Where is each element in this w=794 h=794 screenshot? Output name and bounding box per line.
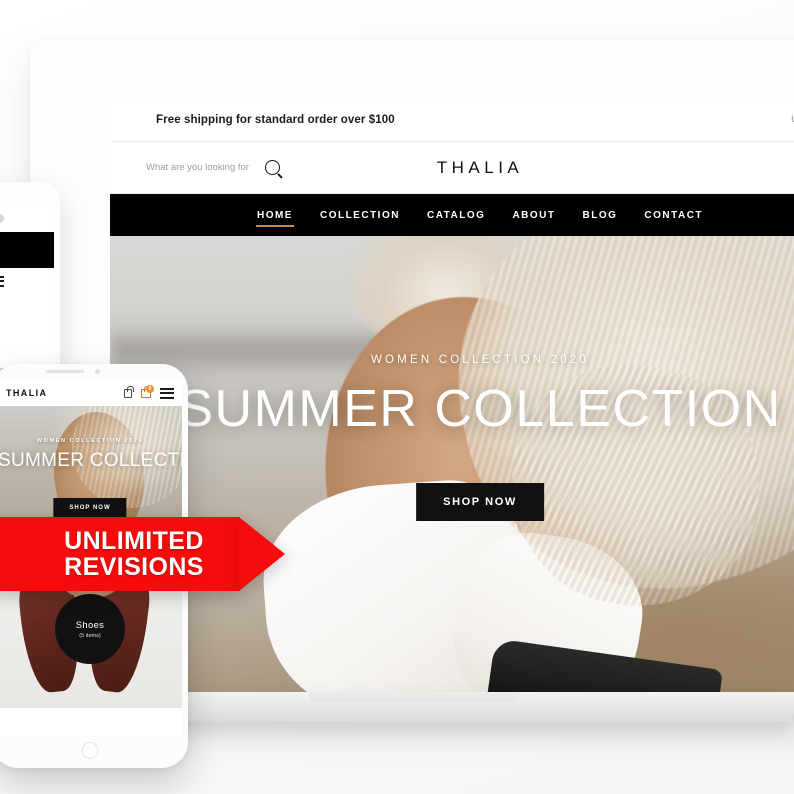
phone-camera bbox=[95, 369, 100, 374]
page-title: THALIA bbox=[436, 157, 524, 177]
phone-shop-now-button[interactable]: SHOP NOW bbox=[53, 498, 127, 518]
category-badge[interactable]: Shoes (5 items) bbox=[55, 594, 125, 664]
announcement-text: Free shipping for standard order over $1… bbox=[156, 113, 395, 126]
nav-item-blog[interactable]: BLOG bbox=[582, 206, 619, 225]
search-area[interactable]: What are you looking for bbox=[146, 160, 280, 175]
search-icon[interactable] bbox=[264, 160, 280, 175]
phone-header: THALIA 0 bbox=[0, 380, 182, 406]
phone-brand-logo: THALIA bbox=[6, 388, 48, 398]
nav-item-home[interactable]: HOME bbox=[255, 206, 294, 227]
ribbon-line-1: UNLIMITED bbox=[64, 527, 204, 555]
phone-rear-icon-bar bbox=[0, 268, 54, 294]
instagram-icon[interactable] bbox=[0, 213, 5, 223]
ribbon-text: UNLIMITED REVISIONS bbox=[0, 517, 288, 591]
phone-header-icons: 0 bbox=[124, 384, 174, 399]
hamburger-menu-icon[interactable] bbox=[0, 275, 4, 287]
unlimited-revisions-ribbon: UNLIMITED REVISIONS bbox=[0, 517, 288, 591]
category-count: (5 items) bbox=[79, 632, 101, 639]
laptop-screen: Free shipping for standard order over $1… bbox=[110, 98, 794, 696]
lock-icon[interactable] bbox=[124, 385, 134, 398]
announcement-bar: Free shipping for standard order over $1… bbox=[110, 98, 794, 142]
cart-badge: 0 bbox=[146, 384, 154, 393]
nav-item-about[interactable]: ABOUT bbox=[511, 206, 556, 225]
phone-hero-title: SUMMER COLLECTION bbox=[0, 450, 182, 471]
shop-now-button[interactable]: SHOP NOW bbox=[416, 483, 544, 521]
page-background: Free shipping for standard order over $1… bbox=[0, 0, 794, 794]
hamburger-menu-icon[interactable] bbox=[160, 387, 174, 399]
main-navigation: HOME COLLECTION CATALOG ABOUT BLOG CONTA… bbox=[110, 194, 794, 236]
cart-icon[interactable]: 0 bbox=[141, 384, 154, 398]
laptop-notch bbox=[309, 692, 519, 703]
category-title: Shoes bbox=[75, 619, 105, 631]
nav-item-collection[interactable]: COLLECTION bbox=[319, 206, 401, 225]
phone-home-button[interactable] bbox=[81, 742, 99, 759]
hero-eyebrow: WOMEN COLLECTION 2020 bbox=[370, 354, 589, 366]
ribbon-line-2: REVISIONS bbox=[64, 553, 204, 581]
search-input[interactable]: What are you looking for bbox=[146, 162, 249, 173]
phone-rear-social-bar: G+ bbox=[0, 208, 54, 228]
phone-hero-eyebrow: WOMEN COLLECTION 2020 bbox=[36, 438, 144, 444]
header-row: What are you looking for THALIA bbox=[110, 142, 794, 194]
hero-banner: निर्वाण कर्म WOMEN COLLECTION 2020 SUMME… bbox=[110, 236, 794, 696]
nav-item-catalog[interactable]: CATALOG bbox=[426, 206, 486, 225]
hero-title: SUMMER COLLECTION bbox=[178, 380, 782, 438]
phone-speaker bbox=[46, 370, 84, 373]
phone-rear-nav-bar bbox=[0, 232, 54, 268]
nav-item-contact[interactable]: CONTACT bbox=[643, 206, 704, 225]
phone-top-bezel bbox=[0, 364, 188, 380]
